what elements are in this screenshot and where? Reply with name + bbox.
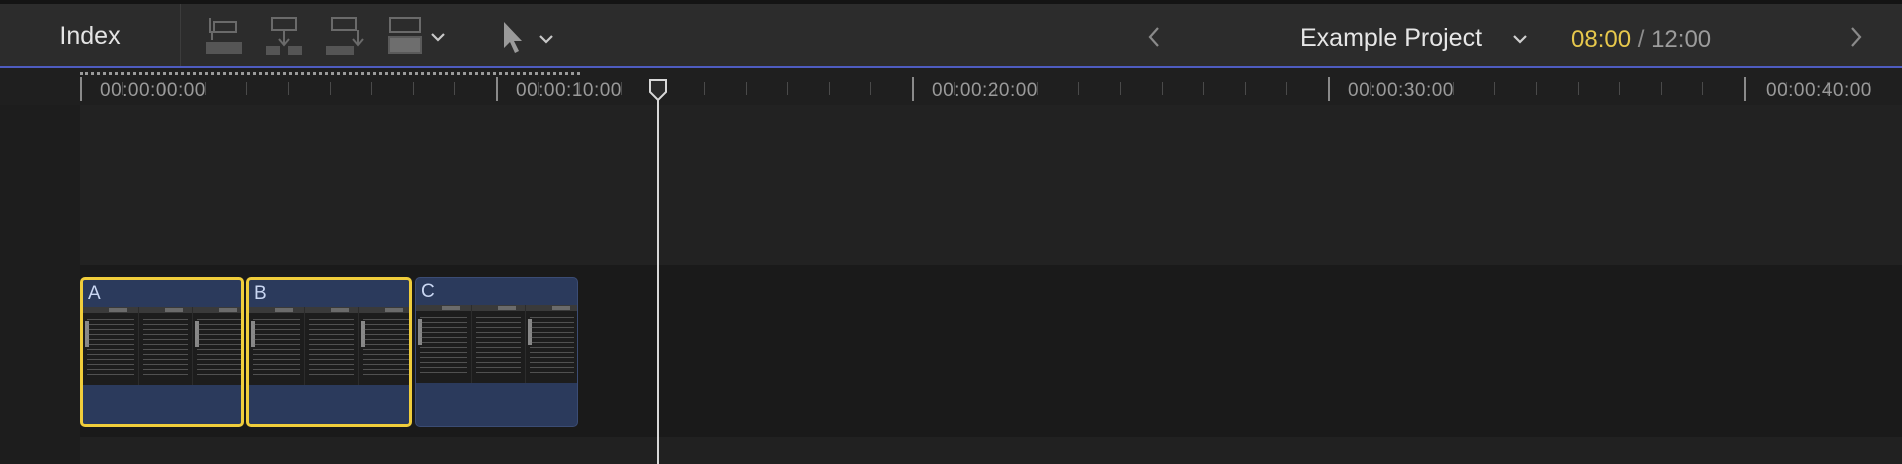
audio-lane xyxy=(80,437,1902,464)
ruler-minor-tick xyxy=(704,82,705,95)
insert-clip-button[interactable] xyxy=(262,14,308,58)
arrow-pointer-icon xyxy=(504,22,553,53)
chevron-left-icon xyxy=(1148,27,1159,47)
range-selection-indicator xyxy=(80,72,580,75)
chevron-down-icon xyxy=(1513,35,1527,44)
timecode-current: 08:00 xyxy=(1571,26,1632,53)
project-timecode: 08:00 / 12:00 xyxy=(1571,26,1711,54)
timeline-toolbar: Index Example Project 08:00 / 12:00 xyxy=(0,0,1902,68)
ruler-minor-tick xyxy=(288,82,289,95)
timeline-clip[interactable]: C xyxy=(415,277,578,427)
ruler-minor-tick xyxy=(1494,82,1495,95)
ruler-major-tick xyxy=(1744,77,1746,101)
ruler-minor-tick xyxy=(870,82,871,95)
ruler-label: 00:00:10:00 xyxy=(516,80,622,101)
ruler-minor-tick xyxy=(246,82,247,95)
clip-label: C xyxy=(421,281,435,302)
insert-clip-icon xyxy=(266,17,302,55)
connected-storyline-area xyxy=(80,105,1902,265)
ruler-minor-tick xyxy=(1245,82,1246,95)
ruler-major-tick xyxy=(912,77,914,101)
project-title[interactable]: Example Project xyxy=(1300,24,1482,53)
timeline-clip[interactable]: B xyxy=(246,277,412,427)
ruler-minor-tick xyxy=(746,82,747,95)
ruler-minor-tick xyxy=(1536,82,1537,95)
ruler-minor-tick xyxy=(371,82,372,95)
playhead-handle[interactable] xyxy=(648,78,668,102)
ruler-label: 00:00:00:00 xyxy=(100,80,206,101)
ruler-label: 00:00:40:00 xyxy=(1766,80,1872,101)
clip-label: B xyxy=(254,283,267,304)
append-clip-button[interactable] xyxy=(322,14,368,58)
ruler-label: 00:00:20:00 xyxy=(932,80,1038,101)
ruler-minor-tick xyxy=(1078,82,1079,95)
ruler-minor-tick xyxy=(1286,82,1287,95)
ruler-minor-tick xyxy=(829,82,830,95)
ruler-minor-tick xyxy=(1619,82,1620,95)
clip-label: A xyxy=(88,283,101,304)
connect-clip-icon xyxy=(206,18,242,54)
ruler-minor-tick xyxy=(787,82,788,95)
ruler-minor-tick xyxy=(454,82,455,95)
ruler-minor-tick xyxy=(1120,82,1121,95)
chevron-right-icon xyxy=(1851,27,1862,47)
clip-filmstrip xyxy=(416,305,577,383)
timecode-separator: / xyxy=(1637,26,1645,53)
overwrite-clip-button[interactable] xyxy=(384,14,430,58)
append-clip-icon xyxy=(326,17,364,55)
tool-selector[interactable] xyxy=(500,20,560,60)
ruler-minor-tick xyxy=(1203,82,1204,95)
ruler-major-tick xyxy=(80,77,82,101)
track-gutter xyxy=(0,105,80,464)
next-project-button[interactable] xyxy=(1844,22,1868,52)
index-button[interactable]: Index xyxy=(0,4,180,68)
overwrite-clip-icon xyxy=(388,17,422,54)
ruler-label: 00:00:30:00 xyxy=(1348,80,1454,101)
toolbar-divider xyxy=(180,4,181,68)
ruler-minor-tick xyxy=(1162,82,1163,95)
ruler-major-tick xyxy=(1328,77,1330,101)
ruler-minor-tick xyxy=(1578,82,1579,95)
previous-project-button[interactable] xyxy=(1142,22,1166,52)
playhead-marker-icon xyxy=(649,79,667,102)
timeline-ruler[interactable]: 00:00:00:00 00:00:10:00 00:00:20:00 00:0… xyxy=(0,68,1902,105)
ruler-minor-tick xyxy=(1702,82,1703,95)
connect-clip-button[interactable] xyxy=(202,14,248,58)
playhead[interactable] xyxy=(657,86,659,464)
clip-filmstrip xyxy=(83,307,241,385)
edit-mode-dropdown[interactable] xyxy=(430,30,446,42)
ruler-major-tick xyxy=(496,77,498,101)
project-menu-dropdown[interactable] xyxy=(1512,32,1528,44)
ruler-minor-tick xyxy=(1661,82,1662,95)
timeline-clip[interactable]: A xyxy=(80,277,244,427)
chevron-down-icon xyxy=(431,33,445,42)
timecode-total: 12:00 xyxy=(1651,26,1712,53)
ruler-minor-tick xyxy=(413,82,414,95)
ruler-minor-tick xyxy=(330,82,331,95)
clip-filmstrip xyxy=(249,307,409,385)
